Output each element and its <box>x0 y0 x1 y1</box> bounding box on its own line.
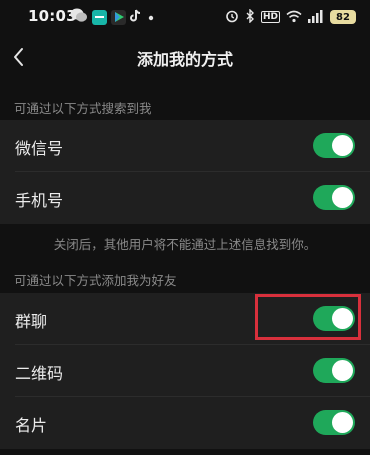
tiktok-icon <box>130 8 142 27</box>
wifi-icon <box>286 8 302 27</box>
toggle-knob <box>332 412 353 433</box>
toggle-knob <box>332 360 353 381</box>
nav-bar: 添加我的方式 <box>0 34 370 80</box>
qr-code-toggle[interactable] <box>313 358 355 383</box>
add-section-header: 可通过以下方式添加我为好友 <box>14 273 177 288</box>
signal-icon <box>308 8 324 27</box>
phone-number-toggle[interactable] <box>313 185 355 210</box>
play-store-icon <box>111 9 126 25</box>
row-wechat-id: 微信号 <box>0 120 370 172</box>
bluetooth-icon <box>245 7 255 27</box>
page-title: 添加我的方式 <box>136 50 233 69</box>
app-icon <box>92 9 107 25</box>
business-card-toggle[interactable] <box>313 410 355 435</box>
system-icons: HD 82 <box>225 7 356 27</box>
wechat-icon <box>70 8 88 27</box>
row-label: 二维码 <box>15 364 64 383</box>
search-footnote: 关闭后，其他用户将不能通过上述信息找到你。 <box>53 237 317 252</box>
row-label: 手机号 <box>15 191 64 210</box>
status-bar: 10:03 HD 82 <box>0 0 370 34</box>
row-label: 名片 <box>15 416 48 435</box>
row-business-card: 名片 <box>0 397 370 449</box>
notification-icons <box>70 8 156 26</box>
row-qr-code: 二维码 <box>0 345 370 397</box>
row-phone-number: 手机号 <box>0 172 370 224</box>
wechat-id-toggle[interactable] <box>313 133 355 158</box>
highlight-annotation <box>255 294 361 340</box>
row-label: 微信号 <box>15 139 64 158</box>
dot-icon <box>146 8 156 27</box>
hd-icon: HD <box>260 11 280 23</box>
alarm-icon <box>225 8 239 27</box>
toggle-knob <box>332 187 353 208</box>
row-label: 群聊 <box>15 312 48 331</box>
toggle-knob <box>332 135 353 156</box>
battery-icon: 82 <box>330 10 356 24</box>
search-section-header: 可通过以下方式搜索到我 <box>14 101 152 116</box>
